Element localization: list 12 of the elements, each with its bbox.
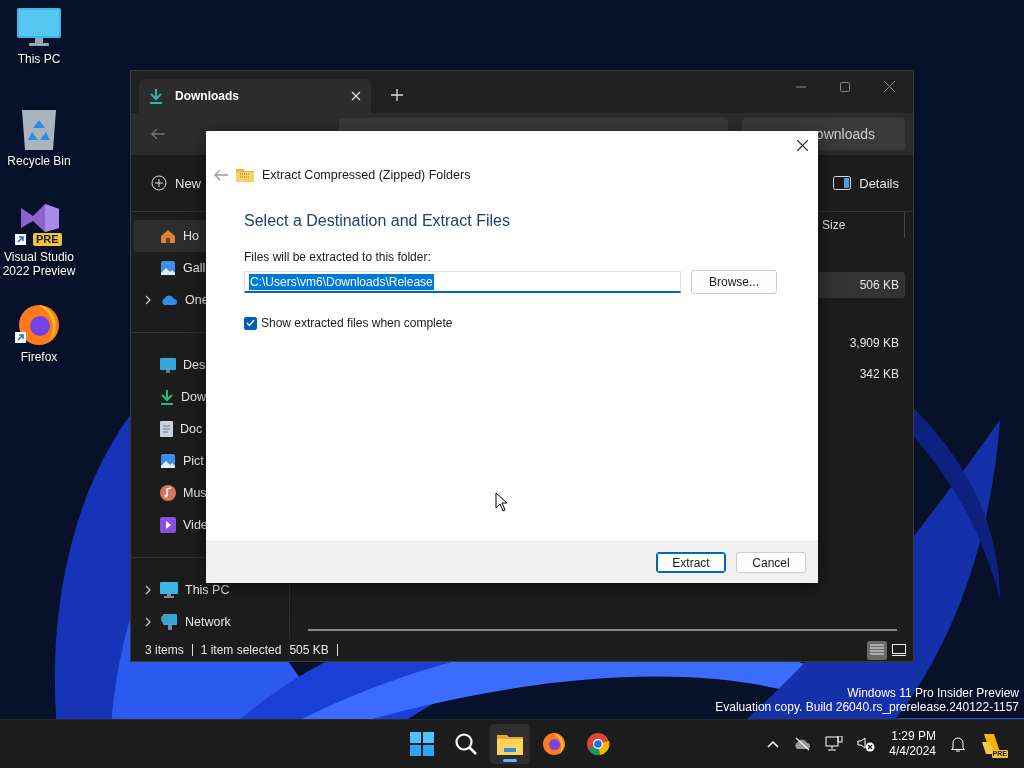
tab-title: Downloads [175, 89, 240, 103]
item-count: 3 items [145, 643, 184, 657]
preview-badge: PRE [33, 233, 62, 246]
dialog-heading: Select a Destination and Extract Files [244, 212, 511, 230]
watermark-text: Windows 11 Pro Insider Preview [846, 686, 1019, 700]
watermark-text: Evaluation copy. Build 26040.rs_prerelease.240122-1157 [715, 700, 1019, 714]
selection-info: 1 item selected [200, 643, 282, 657]
dialog-title: Extract Compressed (Zipped) Folders [262, 167, 471, 182]
field-label: Files will be extracted to this folder: [244, 250, 432, 264]
date-text: 4/4/2024 [889, 744, 936, 759]
time-text: 1:29 PM [891, 729, 936, 744]
selection-size: 505 KB [289, 643, 329, 657]
